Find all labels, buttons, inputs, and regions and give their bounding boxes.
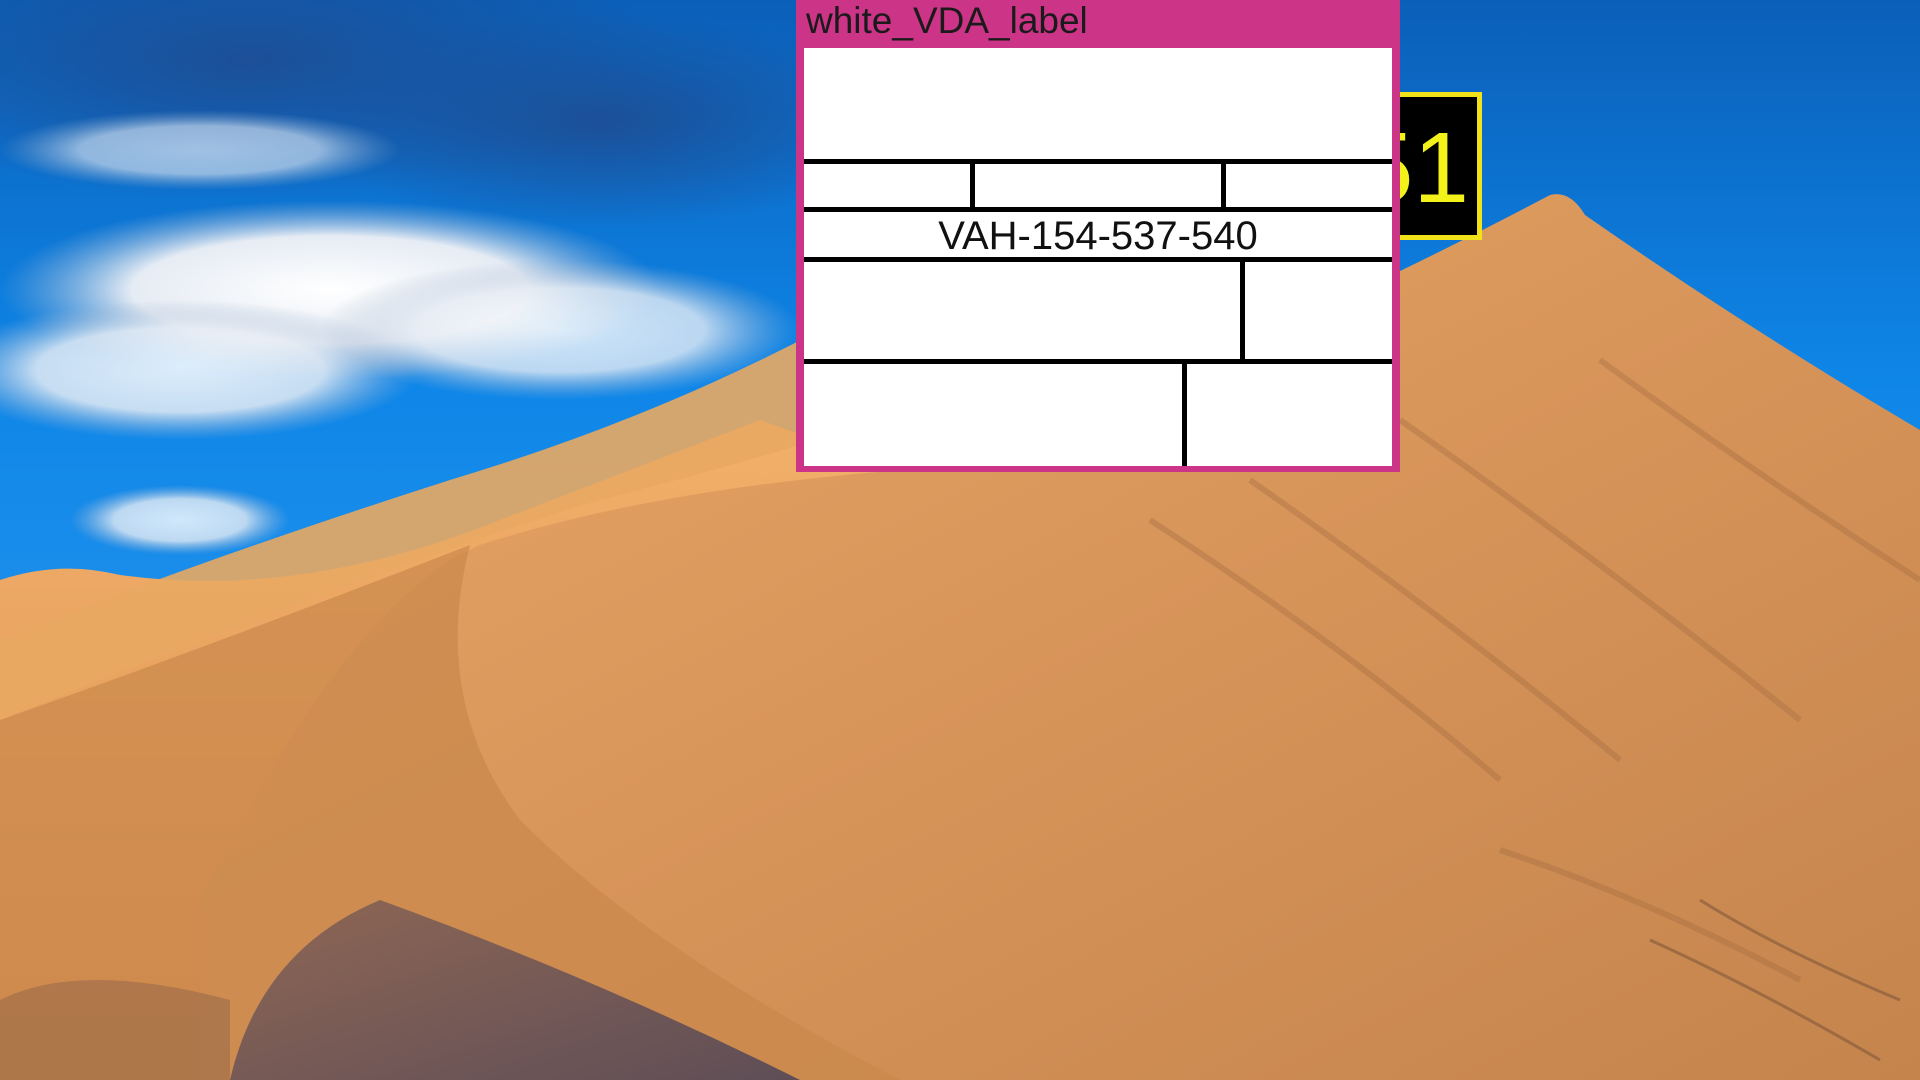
badge-number: 51 xyxy=(1397,112,1469,224)
label-divider xyxy=(1182,359,1187,466)
number-badge: 51 xyxy=(1392,92,1482,240)
label-divider xyxy=(970,159,975,211)
label-divider xyxy=(804,159,1392,164)
label-divider xyxy=(1240,257,1245,361)
label-field-top xyxy=(804,48,1392,159)
annotation-window[interactable]: white_VDA_label VAH-154-537-540 xyxy=(796,0,1400,472)
window-title: white_VDA_label xyxy=(806,0,1088,41)
label-code: VAH-154-537-540 xyxy=(938,214,1258,258)
label-divider xyxy=(804,257,1392,262)
label-divider xyxy=(804,359,1392,364)
label-divider xyxy=(1221,159,1226,211)
vda-label-card: VAH-154-537-540 xyxy=(804,48,1392,466)
